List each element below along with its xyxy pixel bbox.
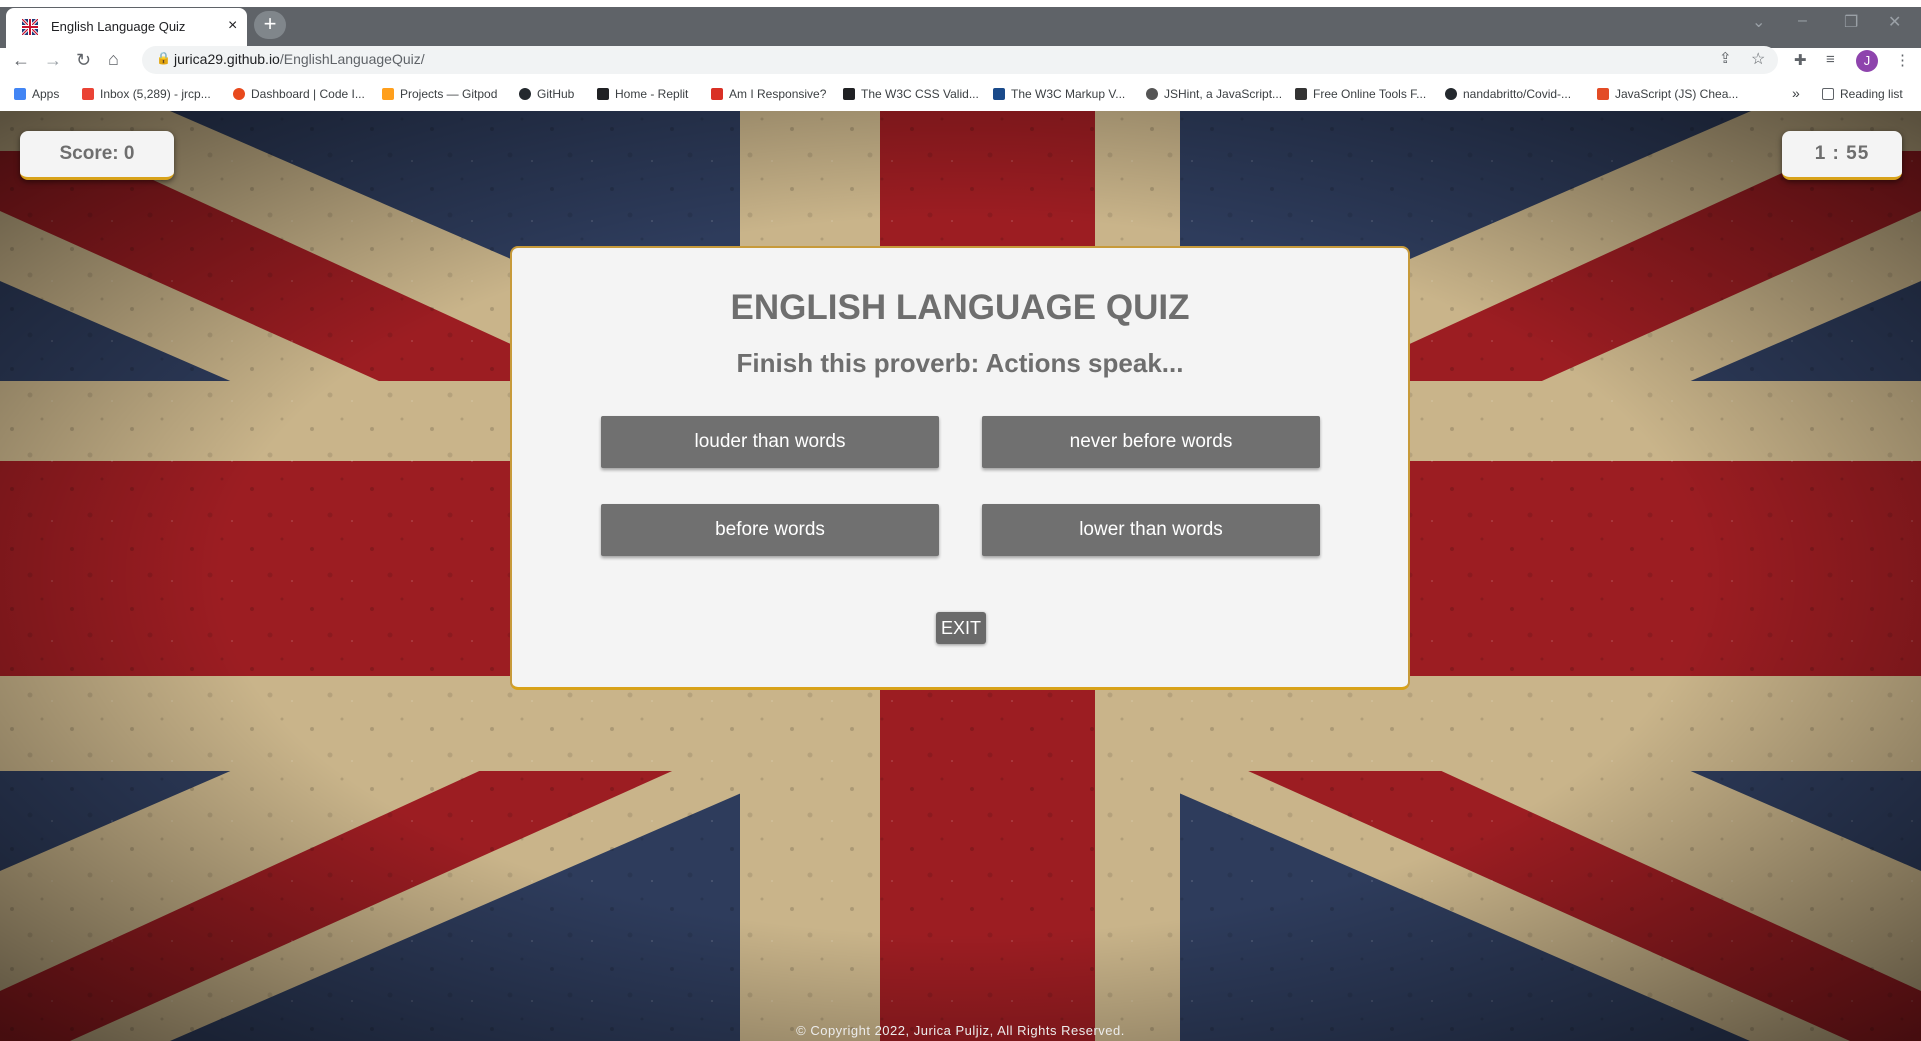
- code-institute-icon: [233, 88, 245, 100]
- tab-close-icon[interactable]: ×: [228, 17, 237, 35]
- home-icon[interactable]: ⌂: [108, 49, 119, 70]
- gmail-icon: [82, 88, 94, 100]
- html5-icon: [1597, 88, 1609, 100]
- menu-icon[interactable]: ⋮: [1895, 51, 1910, 69]
- bookmark-label: The W3C Markup V...: [1011, 87, 1126, 101]
- bookmark-apps[interactable]: Apps: [14, 87, 59, 101]
- apps-grid-icon: [14, 88, 26, 100]
- bookmark-am-i-responsive[interactable]: Am I Responsive?: [711, 87, 826, 101]
- exit-button[interactable]: EXIT: [936, 612, 986, 644]
- browser-tab[interactable]: English Language Quiz ×: [6, 8, 247, 48]
- url-host: jurica29.github.io: [174, 51, 280, 67]
- uk-flag-favicon-icon: [22, 19, 38, 35]
- tab-search-icon[interactable]: ⌄: [1752, 12, 1765, 32]
- lock-icon: 🔒: [156, 51, 171, 65]
- bookmark-gmail[interactable]: Inbox (5,289) - jrcp...: [82, 87, 211, 101]
- am-i-responsive-icon: [711, 88, 723, 100]
- bookmark-label: The W3C CSS Valid...: [861, 87, 979, 101]
- gitpod-icon: [382, 88, 394, 100]
- score-display: Score: 0: [20, 131, 174, 180]
- bookmark-label: Projects — Gitpod: [400, 87, 498, 101]
- w3c-css-icon: [843, 88, 855, 100]
- bookmark-label: JavaScript (JS) Chea...: [1615, 87, 1739, 101]
- jshint-icon: [1146, 88, 1158, 100]
- answer-button-4[interactable]: lower than words: [982, 504, 1320, 556]
- bookmark-w3c-markup[interactable]: The W3C Markup V...: [993, 87, 1125, 101]
- reading-list-button[interactable]: Reading list: [1822, 87, 1903, 101]
- address-url: jurica29.github.io/EnglishLanguageQuiz/: [174, 51, 425, 67]
- cb-icon: [1295, 88, 1307, 100]
- bookmark-label: GitHub: [537, 87, 575, 101]
- media-control-icon[interactable]: ≡: [1826, 51, 1835, 68]
- bookmark-label: JSHint, a JavaScript...: [1164, 87, 1283, 101]
- back-icon[interactable]: ←: [12, 50, 30, 71]
- answer-button-1[interactable]: louder than words: [601, 416, 939, 468]
- answer-button-2[interactable]: never before words: [982, 416, 1320, 468]
- quiz-card: ENGLISH LANGUAGE QUIZ Finish this prover…: [510, 246, 1410, 690]
- quiz-page: Score: 0 1 : 55 ENGLISH LANGUAGE QUIZ Fi…: [0, 111, 1921, 1041]
- minimize-icon[interactable]: –: [1798, 12, 1807, 30]
- replit-icon: [597, 88, 609, 100]
- bookmark-code-institute[interactable]: Dashboard | Code I...: [233, 87, 365, 101]
- forward-icon[interactable]: →: [44, 50, 62, 71]
- github-icon: [519, 88, 531, 100]
- copyright-footer: © Copyright 2022, Jurica Puljiz, All Rig…: [796, 1023, 1125, 1038]
- restore-icon[interactable]: ❐: [1844, 12, 1858, 32]
- quiz-title: ENGLISH LANGUAGE QUIZ: [730, 288, 1190, 327]
- tabstrip-top-edge: [0, 0, 1921, 7]
- bookmark-label: Am I Responsive?: [729, 87, 827, 101]
- address-bar[interactable]: 🔒 jurica29.github.io/EnglishLanguageQuiz…: [142, 46, 1778, 74]
- bookmark-w3c-css[interactable]: The W3C CSS Valid...: [843, 87, 979, 101]
- bookmark-label: Apps: [32, 87, 60, 101]
- bookmark-free-online-tools[interactable]: Free Online Tools F...: [1295, 87, 1426, 101]
- reload-icon[interactable]: ↻: [76, 50, 91, 71]
- bookmark-replit[interactable]: Home - Replit: [597, 87, 688, 101]
- bookmark-jshint[interactable]: JSHint, a JavaScript...: [1146, 87, 1282, 101]
- bookmark-gitpod[interactable]: Projects — Gitpod: [382, 87, 497, 101]
- bookmark-label: Inbox (5,289) - jrcp...: [100, 87, 211, 101]
- close-window-icon[interactable]: ✕: [1888, 12, 1901, 32]
- bookmark-label: Home - Replit: [615, 87, 689, 101]
- tab-title: English Language Quiz: [51, 19, 186, 34]
- bookmark-star-icon[interactable]: ☆: [1751, 49, 1765, 69]
- share-icon[interactable]: ⇪: [1719, 49, 1732, 67]
- answer-button-3[interactable]: before words: [601, 504, 939, 556]
- bookmark-nandabritto[interactable]: nandabritto/Covid-...: [1445, 87, 1571, 101]
- url-path: /EnglishLanguageQuiz/: [279, 51, 425, 67]
- bookmark-js-cheatsheet[interactable]: JavaScript (JS) Chea...: [1597, 87, 1738, 101]
- extensions-icon[interactable]: ✚: [1794, 51, 1807, 69]
- bookmarks-bar: Apps Inbox (5,289) - jrcp... Dashboard |…: [0, 82, 1921, 110]
- bookmarks-overflow-icon[interactable]: »: [1792, 85, 1800, 101]
- bookmark-label: nandabritto/Covid-...: [1463, 87, 1572, 101]
- w3c-icon: [993, 88, 1005, 100]
- bookmark-label: Dashboard | Code I...: [251, 87, 365, 101]
- timer-display: 1 : 55: [1782, 131, 1902, 180]
- profile-avatar[interactable]: J: [1856, 50, 1878, 72]
- bookmark-label: Free Online Tools F...: [1313, 87, 1427, 101]
- bookmark-github[interactable]: GitHub: [519, 87, 574, 101]
- reading-list-label: Reading list: [1840, 87, 1903, 101]
- new-tab-button[interactable]: +: [254, 11, 286, 39]
- question-text: Finish this proverb: Actions speak...: [736, 348, 1184, 378]
- reading-list-icon: [1822, 88, 1834, 100]
- github-icon: [1445, 88, 1457, 100]
- browser-tabstrip: English Language Quiz × + ⌄ – ❐ ✕: [0, 0, 1921, 48]
